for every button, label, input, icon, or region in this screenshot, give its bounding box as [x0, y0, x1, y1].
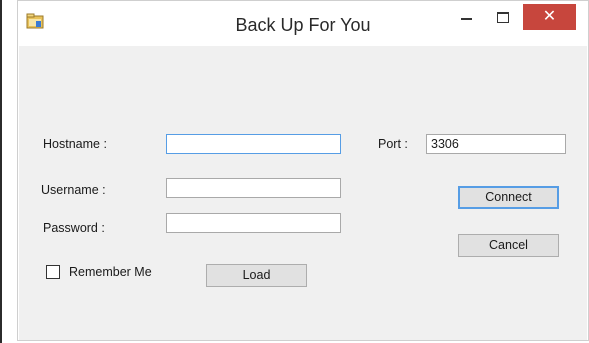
background-edge-line [0, 0, 2, 343]
connect-button[interactable]: Connect [458, 186, 559, 209]
port-input[interactable]: 3306 [426, 134, 566, 154]
hostname-label: Hostname : [43, 137, 107, 151]
load-button[interactable]: Load [206, 264, 307, 287]
username-input[interactable] [166, 178, 341, 198]
hostname-input[interactable] [166, 134, 341, 154]
maximize-button[interactable] [490, 6, 516, 28]
remember-me-checkbox[interactable] [46, 265, 60, 279]
title-bar: Back Up For You ✕ [18, 1, 588, 46]
port-label: Port : [378, 137, 408, 151]
cancel-button[interactable]: Cancel [458, 234, 559, 257]
username-label: Username : [41, 183, 106, 197]
remember-me-label: Remember Me [69, 265, 152, 279]
maximize-icon [497, 12, 509, 23]
app-window: Back Up For You ✕ Hostname : Port : 3306… [17, 0, 589, 341]
minimize-icon [461, 18, 472, 20]
password-label: Password : [43, 221, 105, 235]
close-icon: ✕ [542, 8, 557, 25]
close-button[interactable]: ✕ [523, 4, 576, 30]
minimize-button[interactable] [454, 6, 480, 28]
form-area: Hostname : Port : 3306 Username : Connec… [19, 46, 587, 340]
password-input[interactable] [166, 213, 341, 233]
